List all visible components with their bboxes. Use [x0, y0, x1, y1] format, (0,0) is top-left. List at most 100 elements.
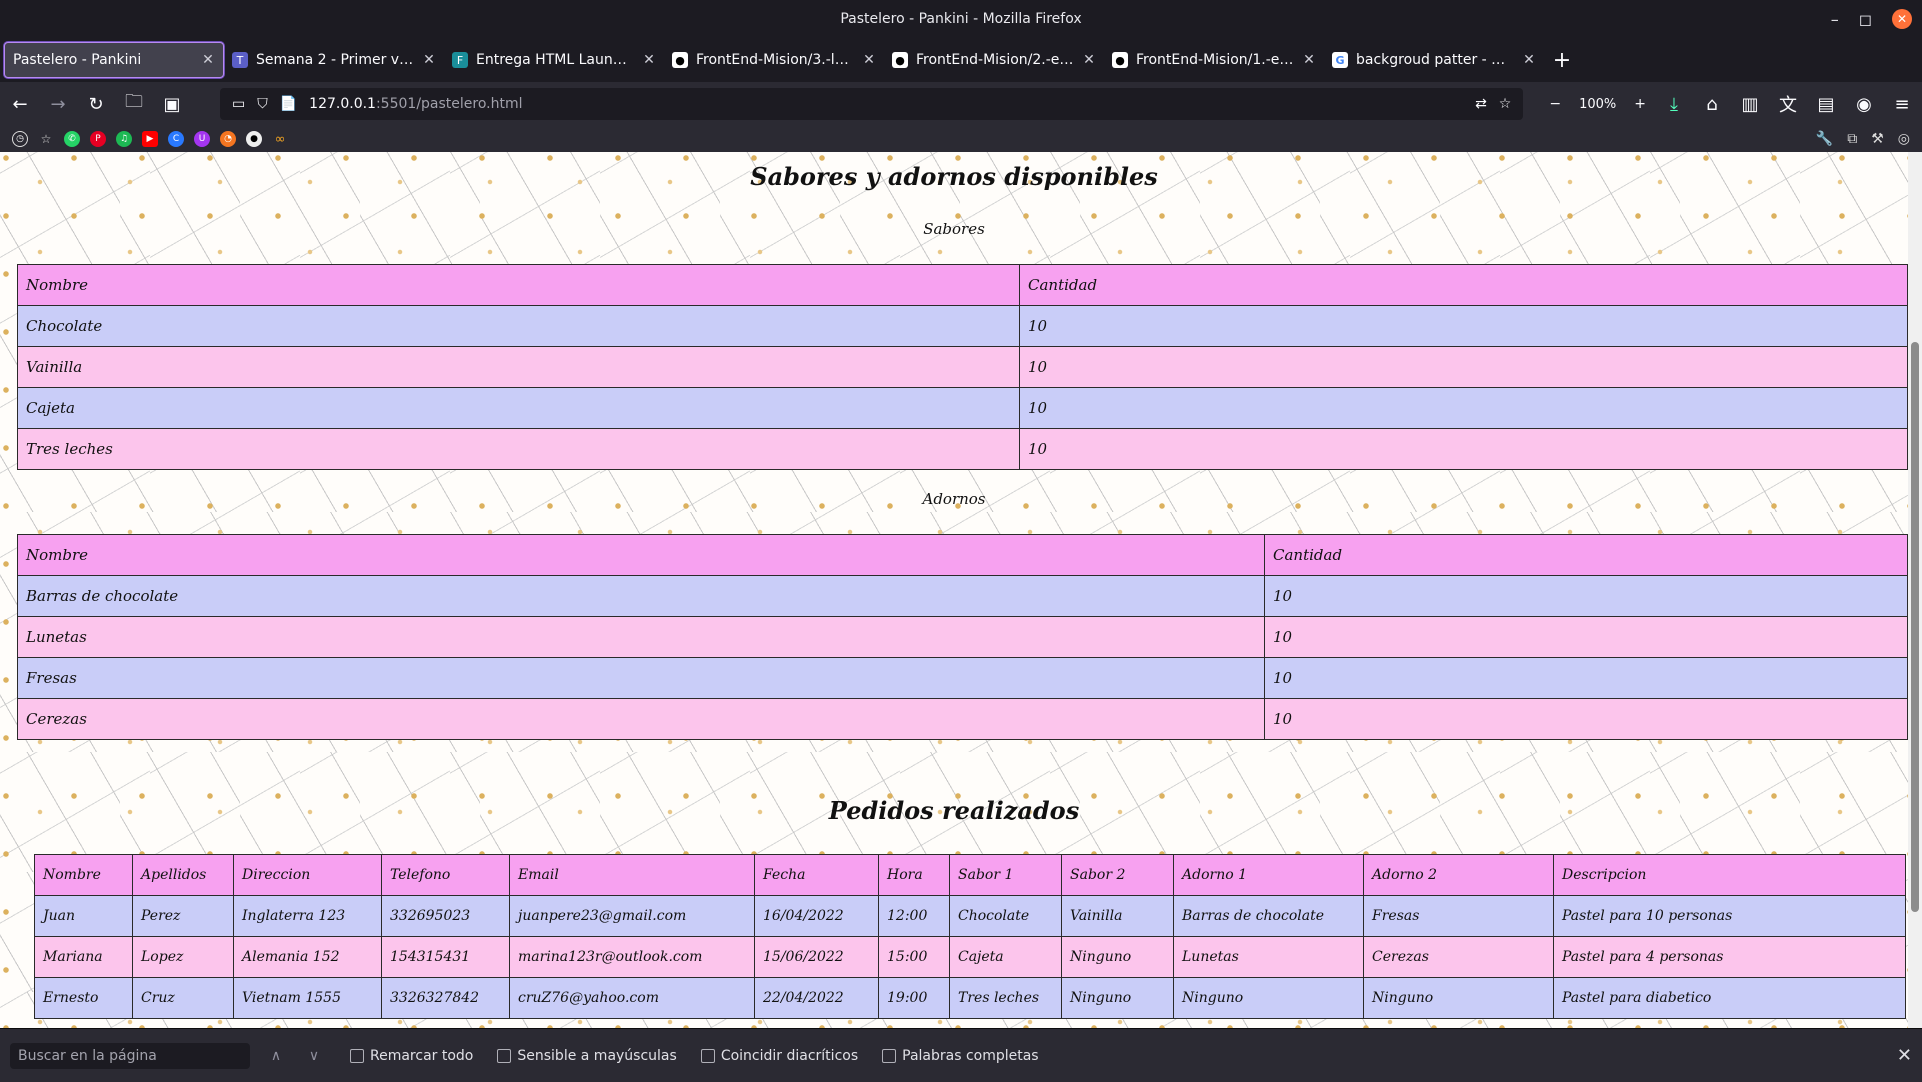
folder-icon[interactable]: 🗀 [124, 89, 144, 119]
forward-icon[interactable]: → [48, 94, 68, 115]
tab-google-search[interactable]: G backgroud patter - Búsqueda ✕ [1324, 42, 1544, 78]
close-icon[interactable]: ✕ [201, 52, 215, 68]
table-cell: 10 [1019, 428, 1908, 470]
url-bar[interactable]: ▭ ⛉ 📄 127.0.0.1:5501/pastelero.html ⇄ ☆ [220, 88, 1524, 120]
find-next-icon[interactable]: ∨ [302, 1048, 326, 1064]
account-icon[interactable]: ◉ [1854, 94, 1874, 115]
header-cell: Cantidad [1264, 534, 1908, 576]
table-cell: 3326327842 [381, 977, 510, 1019]
table-row: Fresas 10 [17, 657, 1908, 699]
header-cell: Direccion [233, 854, 382, 896]
shield-icon[interactable]: ⛉ [257, 96, 268, 112]
close-icon[interactable]: ✕ [862, 52, 876, 68]
match-case-checkbox[interactable]: Sensible a mayúsculas [497, 1048, 677, 1064]
infinity-icon[interactable]: ∞ [272, 131, 288, 147]
tab-label: FrontEnd-Mision/1.-etiqueta [1136, 52, 1294, 68]
tab-label: backgroud patter - Búsqueda [1356, 52, 1514, 68]
checkbox-box[interactable] [882, 1048, 897, 1063]
library-icon[interactable]: ▥ [1740, 94, 1760, 115]
udemy-icon[interactable]: U [194, 131, 210, 147]
table-cell: 154315431 [381, 936, 510, 978]
page-info-icon[interactable]: 📄 [280, 96, 297, 112]
table-cell: 10 [1264, 575, 1908, 617]
highlight-all-checkbox[interactable]: Remarcar todo [350, 1048, 473, 1064]
screenshot-tool-icon[interactable]: ⧉ [1847, 131, 1857, 147]
screenshot-icon[interactable]: ▣ [162, 94, 182, 115]
tab-frontend-2[interactable]: ● FrontEnd-Mision/2.-element ✕ [884, 42, 1104, 78]
tab-frontend-3[interactable]: ● FrontEnd-Mision/3.-layoutY ✕ [664, 42, 884, 78]
checkbox-box[interactable] [350, 1048, 364, 1063]
scrollbar-thumb[interactable] [1911, 342, 1919, 912]
new-tab-icon[interactable]: + [1544, 48, 1580, 73]
url-text[interactable]: 127.0.0.1:5501/pastelero.html [309, 96, 1463, 112]
table-cell: Pastel para diabetico [1553, 977, 1906, 1019]
match-diacritics-checkbox[interactable]: Coincidir diacríticos [700, 1048, 858, 1064]
history-icon[interactable]: ◷ [12, 131, 28, 147]
close-icon[interactable]: ✕ [1522, 52, 1536, 68]
bookmark-manager-icon[interactable]: ☆ [38, 131, 54, 147]
table-cell: 10 [1264, 616, 1908, 658]
github-icon[interactable]: ● [246, 131, 262, 147]
c-icon[interactable]: C [168, 131, 184, 147]
table-cell: Lopez [132, 936, 234, 978]
pinterest-icon[interactable]: P [90, 131, 106, 147]
whole-words-checkbox[interactable]: Palabras completas [882, 1048, 1039, 1064]
translate-icon[interactable]: ⇄ [1475, 96, 1487, 112]
reader-view-icon[interactable]: ▭ [232, 96, 245, 112]
tab-frontend-1[interactable]: ● FrontEnd-Mision/1.-etiqueta ✕ [1104, 42, 1324, 78]
table-cell: Mariana [34, 936, 133, 978]
zoom-in-icon[interactable]: + [1634, 96, 1646, 112]
tab-semana2[interactable]: T Semana 2 - Primer vuelo 🎓 ✕ [224, 42, 444, 78]
table-cell: Lunetas [1173, 936, 1364, 978]
maximize-icon[interactable]: ◻ [1859, 10, 1872, 29]
wrench-icon[interactable]: 🔧 [1816, 131, 1833, 147]
minimize-icon[interactable]: – [1831, 10, 1839, 29]
header-cell: Nombre [17, 534, 1265, 576]
find-previous-icon[interactable]: ∧ [264, 1048, 288, 1064]
bookmark-star-icon[interactable]: ☆ [1499, 96, 1512, 112]
youtube-icon[interactable]: ▶ [142, 131, 158, 147]
extension-icon[interactable]: ▤ [1816, 94, 1836, 115]
tab-label: Pastelero - Pankini [13, 52, 142, 68]
downloads-icon[interactable]: ⤓ [1664, 94, 1684, 115]
tab-entrega-html[interactable]: F Entrega HTML LaunchX ✕ [444, 42, 664, 78]
translate-extension-icon[interactable]: 文 [1778, 91, 1798, 117]
table-cell: Chocolate [949, 895, 1062, 937]
reload-icon[interactable]: ↻ [86, 94, 106, 115]
adornos-table: Nombre Cantidad Barras de chocolate 10 Lun… [17, 534, 1908, 740]
find-bar: Buscar en la página ∧ ∨ Remarcar todo Se… [0, 1028, 1922, 1082]
header-cell: Cantidad [1019, 264, 1908, 306]
window-titlebar: Pastelero - Pankini - Mozilla Firefox – … [0, 0, 1922, 38]
table-row: Lunetas 10 [17, 616, 1908, 658]
window-close-icon[interactable]: ✕ [1892, 9, 1912, 29]
home-icon[interactable]: ⌂ [1702, 94, 1722, 115]
close-icon[interactable]: ✕ [1302, 52, 1316, 68]
menu-icon[interactable]: ≡ [1892, 94, 1912, 115]
whatsapp-icon[interactable]: ✆ [64, 131, 80, 147]
zoom-out-icon[interactable]: − [1549, 96, 1561, 112]
zoom-level[interactable]: 100% [1573, 94, 1623, 114]
close-icon[interactable]: ✕ [422, 52, 436, 68]
tab-pastelero[interactable]: Pastelero - Pankini ✕ [4, 42, 224, 78]
table-cell: Fresas [1363, 895, 1554, 937]
close-icon[interactable]: ✕ [642, 52, 656, 68]
table-cell: 332695023 [381, 895, 510, 937]
crunchyroll-icon[interactable]: ◔ [220, 131, 236, 147]
devtools-icon[interactable]: ⚒ [1871, 131, 1884, 147]
table-cell: cruZ76@yahoo.com [509, 977, 755, 1019]
close-icon[interactable]: ✕ [1897, 1045, 1912, 1066]
back-icon[interactable]: ← [10, 94, 30, 115]
spotify-icon[interactable]: ♫ [116, 131, 132, 147]
vertical-scrollbar[interactable] [1908, 152, 1922, 1028]
find-input[interactable]: Buscar en la página [10, 1042, 250, 1069]
table-cell: Alemania 152 [233, 936, 382, 978]
table-cell: Tres leches [949, 977, 1062, 1019]
profile-icon[interactable]: ◎ [1898, 131, 1910, 147]
table-cell: Ninguno [1061, 977, 1174, 1019]
checkbox-box[interactable] [497, 1048, 512, 1063]
checkbox-box[interactable] [700, 1048, 715, 1063]
table-cell: Cajeta [17, 387, 1020, 429]
table-cell: Fresas [17, 657, 1265, 699]
close-icon[interactable]: ✕ [1082, 52, 1096, 68]
table-cell: Vainilla [17, 346, 1020, 388]
